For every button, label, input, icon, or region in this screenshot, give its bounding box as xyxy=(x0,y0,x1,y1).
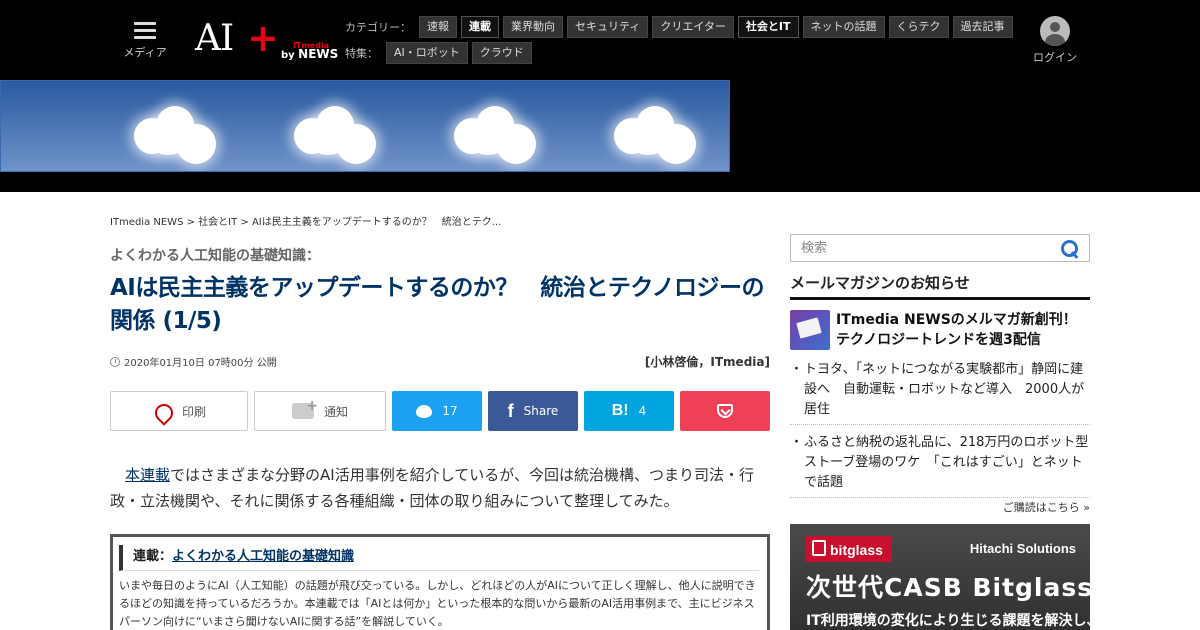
mailmag-feature[interactable]: ITmedia NEWSのメルマガ新創刊！ テクノロジートレンドを週3配信 xyxy=(790,310,1090,350)
nav-category-tab[interactable]: 連載 xyxy=(461,16,499,38)
feature-nav-label: 特集： xyxy=(345,47,378,60)
ad-subtext: IT利用環境の変化により生じる課題を解決し、 xyxy=(806,613,1090,629)
article-lead: 本連載ではさまざまな分野のAI活用事例を紹介しているが、今回は統治機構、つまり司… xyxy=(110,462,770,514)
site-logo[interactable]: AI + ITmedia by NEWS xyxy=(195,16,338,62)
category-nav: カテゴリー： 速報 連載 業界動向 セキュリティ クリエイター 社会とIT ネットの話題 くら… xyxy=(345,16,1013,38)
series-link[interactable]: 本連載 xyxy=(125,466,170,484)
clock-icon xyxy=(110,356,120,367)
nav-feature-tab[interactable]: AI・ロボット xyxy=(386,42,468,64)
share-bar: 印刷 通知 17 f Share B! 4 xyxy=(110,391,770,431)
series-box-link[interactable]: よくわかる人工知能の基礎知識 xyxy=(172,549,354,564)
publish-date: 2020年01月10日 07時00分 公開 xyxy=(110,354,277,369)
category-nav-label: カテゴリー： xyxy=(345,21,411,34)
nav-category-tab[interactable]: クリエイター xyxy=(652,16,734,38)
search-input[interactable] xyxy=(791,235,1051,261)
notify-button[interactable]: 通知 xyxy=(254,391,386,431)
nav-category-tab[interactable]: 過去記事 xyxy=(952,16,1013,38)
facebook-share-button[interactable]: f Share xyxy=(488,391,578,431)
breadcrumb[interactable]: ITmedia NEWS > 社会とIT > AIは民主主義をアップデートするの… xyxy=(110,213,501,228)
series-info-box: 連載：よくわかる人工知能の基礎知識 いまや毎日のようにAI（人工知能）の話題が飛… xyxy=(110,534,770,630)
print-button[interactable]: 印刷 xyxy=(110,391,248,431)
nav-category-tab[interactable]: くらテク xyxy=(888,16,949,38)
search-icon[interactable] xyxy=(1061,240,1079,258)
mailmag-list-item[interactable]: トヨタ、「ネットにつながる実験都市」静岡に建設へ 自動運転・ロボットなど導入 2… xyxy=(790,358,1090,425)
article-title: AIは民主主義をアップデートするのか？ 統治とテクノロジーの関係 (1/5) xyxy=(110,275,764,334)
series-box-description: いまや毎日のようにAI（人工知能）の話題が飛び交っている。しかし、どれほどの人が… xyxy=(119,579,756,628)
cloud-decoration xyxy=(451,103,561,171)
nav-category-tab[interactable]: セキュリティ xyxy=(567,16,649,38)
mailmag-heading: メールマガジンのお知らせ xyxy=(790,272,1090,300)
cloud-decoration xyxy=(131,103,241,171)
notify-bell-icon xyxy=(291,398,318,419)
mailmag-list-item[interactable]: ふるさと納税の返礼品に、218万円のロボット型ストーブ登場のワケ 「これはすごい… xyxy=(790,431,1090,498)
series-label[interactable]: よくわかる人工知能の基礎知識： xyxy=(110,245,320,265)
mailmag-subscribe-link[interactable]: ご購読はこちら » xyxy=(1003,499,1090,515)
nav-category-tab[interactable]: 社会とIT xyxy=(737,16,799,38)
notify-label: 通知 xyxy=(323,404,348,419)
series-box-heading: 連載：よくわかる人工知能の基礎知識 xyxy=(119,545,759,571)
print-label: 印刷 xyxy=(181,404,206,419)
publish-date-text: 2020年01月10日 07時00分 公開 xyxy=(124,358,277,369)
media-menu-label: メディア xyxy=(123,46,167,59)
nav-category-tab[interactable]: ネットの話題 xyxy=(802,16,885,38)
logo-ai: AI xyxy=(195,18,234,59)
facebook-icon: f xyxy=(507,400,514,421)
cloud-decoration xyxy=(291,103,401,171)
article-lead-text: ではさまざまな分野のAI活用事例を紹介しているが、今回は統治機構、つまり司法・行… xyxy=(110,466,754,510)
site-header: メディア AI + ITmedia by NEWS カテゴリー： 速報 連載 業界動… xyxy=(0,0,1200,192)
nav-category-tab[interactable]: 速報 xyxy=(419,16,457,38)
logo-plus: + xyxy=(247,16,279,60)
pocket-icon xyxy=(717,404,733,418)
ad-headline: 次世代CASB Bitglass xyxy=(806,573,1090,602)
feature-nav: 特集： AI・ロボット クラウド xyxy=(345,42,532,64)
twitter-icon xyxy=(416,404,433,418)
ad-vendor: Hitachi Solutions xyxy=(969,541,1076,556)
author-byline[interactable]: [小林啓倫，ITmedia] xyxy=(645,353,770,370)
pdf-icon xyxy=(152,401,172,421)
mailmag-feature-text: ITmedia NEWSのメルマガ新創刊！ テクノロジートレンドを週3配信 xyxy=(836,312,1077,348)
facebook-label: Share xyxy=(523,404,559,418)
search-box xyxy=(790,234,1090,262)
login-button[interactable]: ログイン xyxy=(1030,16,1080,65)
header-banner[interactable] xyxy=(0,80,730,172)
nav-category-tab[interactable]: 業界動向 xyxy=(503,16,563,38)
hatena-bookmark-button[interactable]: B! 4 xyxy=(584,391,674,431)
twitter-count: 17 xyxy=(442,404,458,418)
hatena-count: 4 xyxy=(638,404,647,418)
logo-by-news: by NEWS xyxy=(281,47,339,61)
cloud-decoration xyxy=(611,103,721,171)
hamburger-icon xyxy=(134,22,156,40)
user-avatar-icon xyxy=(1040,16,1070,46)
hatena-icon: B! xyxy=(611,402,629,419)
login-label: ログイン xyxy=(1033,51,1077,64)
twitter-share-button[interactable]: 17 xyxy=(392,391,482,431)
mailmag-list: トヨタ、「ネットにつながる実験都市」静岡に建設へ 自動運転・ロボットなど導入 2… xyxy=(790,358,1090,504)
nav-feature-tab[interactable]: クラウド xyxy=(471,42,532,64)
mail-envelope-icon xyxy=(790,310,830,350)
sidebar-ad[interactable]: bitglass Hitachi Solutions 次世代CASB Bitgl… xyxy=(790,524,1090,630)
ad-brand-logo: bitglass xyxy=(806,536,892,562)
media-menu-button[interactable]: メディア xyxy=(122,22,168,60)
pocket-button[interactable] xyxy=(680,391,770,431)
